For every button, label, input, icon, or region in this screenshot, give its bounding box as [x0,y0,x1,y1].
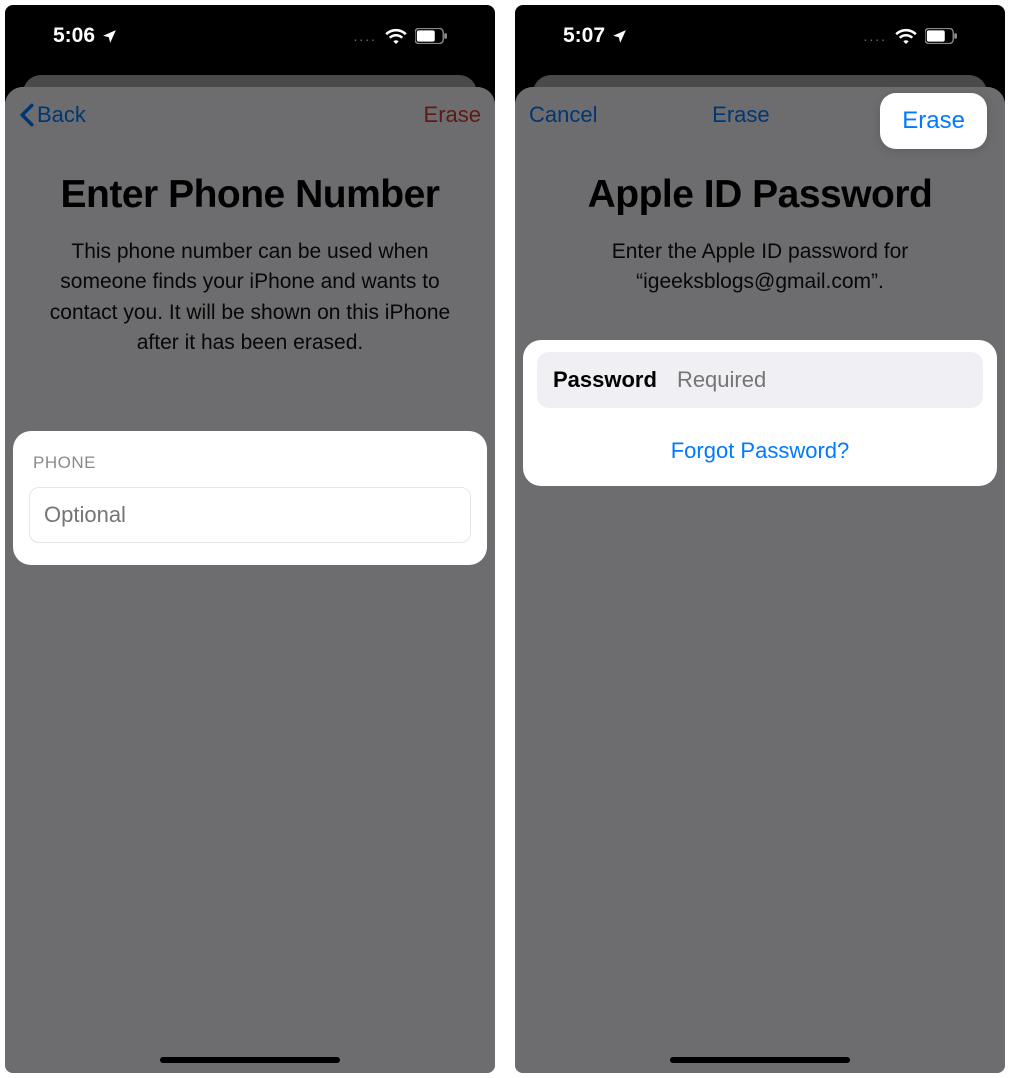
status-bar: 5:07 .... [515,5,1005,67]
location-icon [101,28,118,45]
erase-button[interactable]: Erase [880,93,987,149]
phone-input[interactable] [29,487,471,543]
status-bar: 5:06 .... [5,5,495,67]
password-label: Password [553,367,657,393]
password-input[interactable] [677,367,967,393]
location-icon [611,28,628,45]
wifi-icon [895,28,917,44]
wifi-icon [385,28,407,44]
battery-icon [925,28,957,44]
password-row: Password [537,352,983,408]
forgot-password-link[interactable]: Forgot Password? [537,408,983,464]
phone-screen-right: 5:07 .... Cancel Erase Erase Apple ID Pa… [515,5,1005,1073]
status-time: 5:07 [563,24,605,48]
dim-overlay [515,87,1005,1073]
password-card: Password Forgot Password? [523,340,997,486]
home-indicator[interactable] [670,1057,850,1063]
phone-screen-left: 5:06 .... Back Erase Enter Phone Number … [5,5,495,1073]
home-indicator[interactable] [160,1057,340,1063]
phone-section-label: PHONE [29,447,471,487]
signal-dots-icon: .... [353,28,377,44]
modal-sheet: Cancel Erase Erase Apple ID Password Ent… [515,87,1005,1073]
phone-card: PHONE [13,431,487,565]
signal-dots-icon: .... [863,28,887,44]
status-time: 5:06 [53,24,95,48]
modal-sheet: Back Erase Enter Phone Number This phone… [5,87,495,1073]
dim-overlay [5,87,495,1073]
battery-icon [415,28,447,44]
